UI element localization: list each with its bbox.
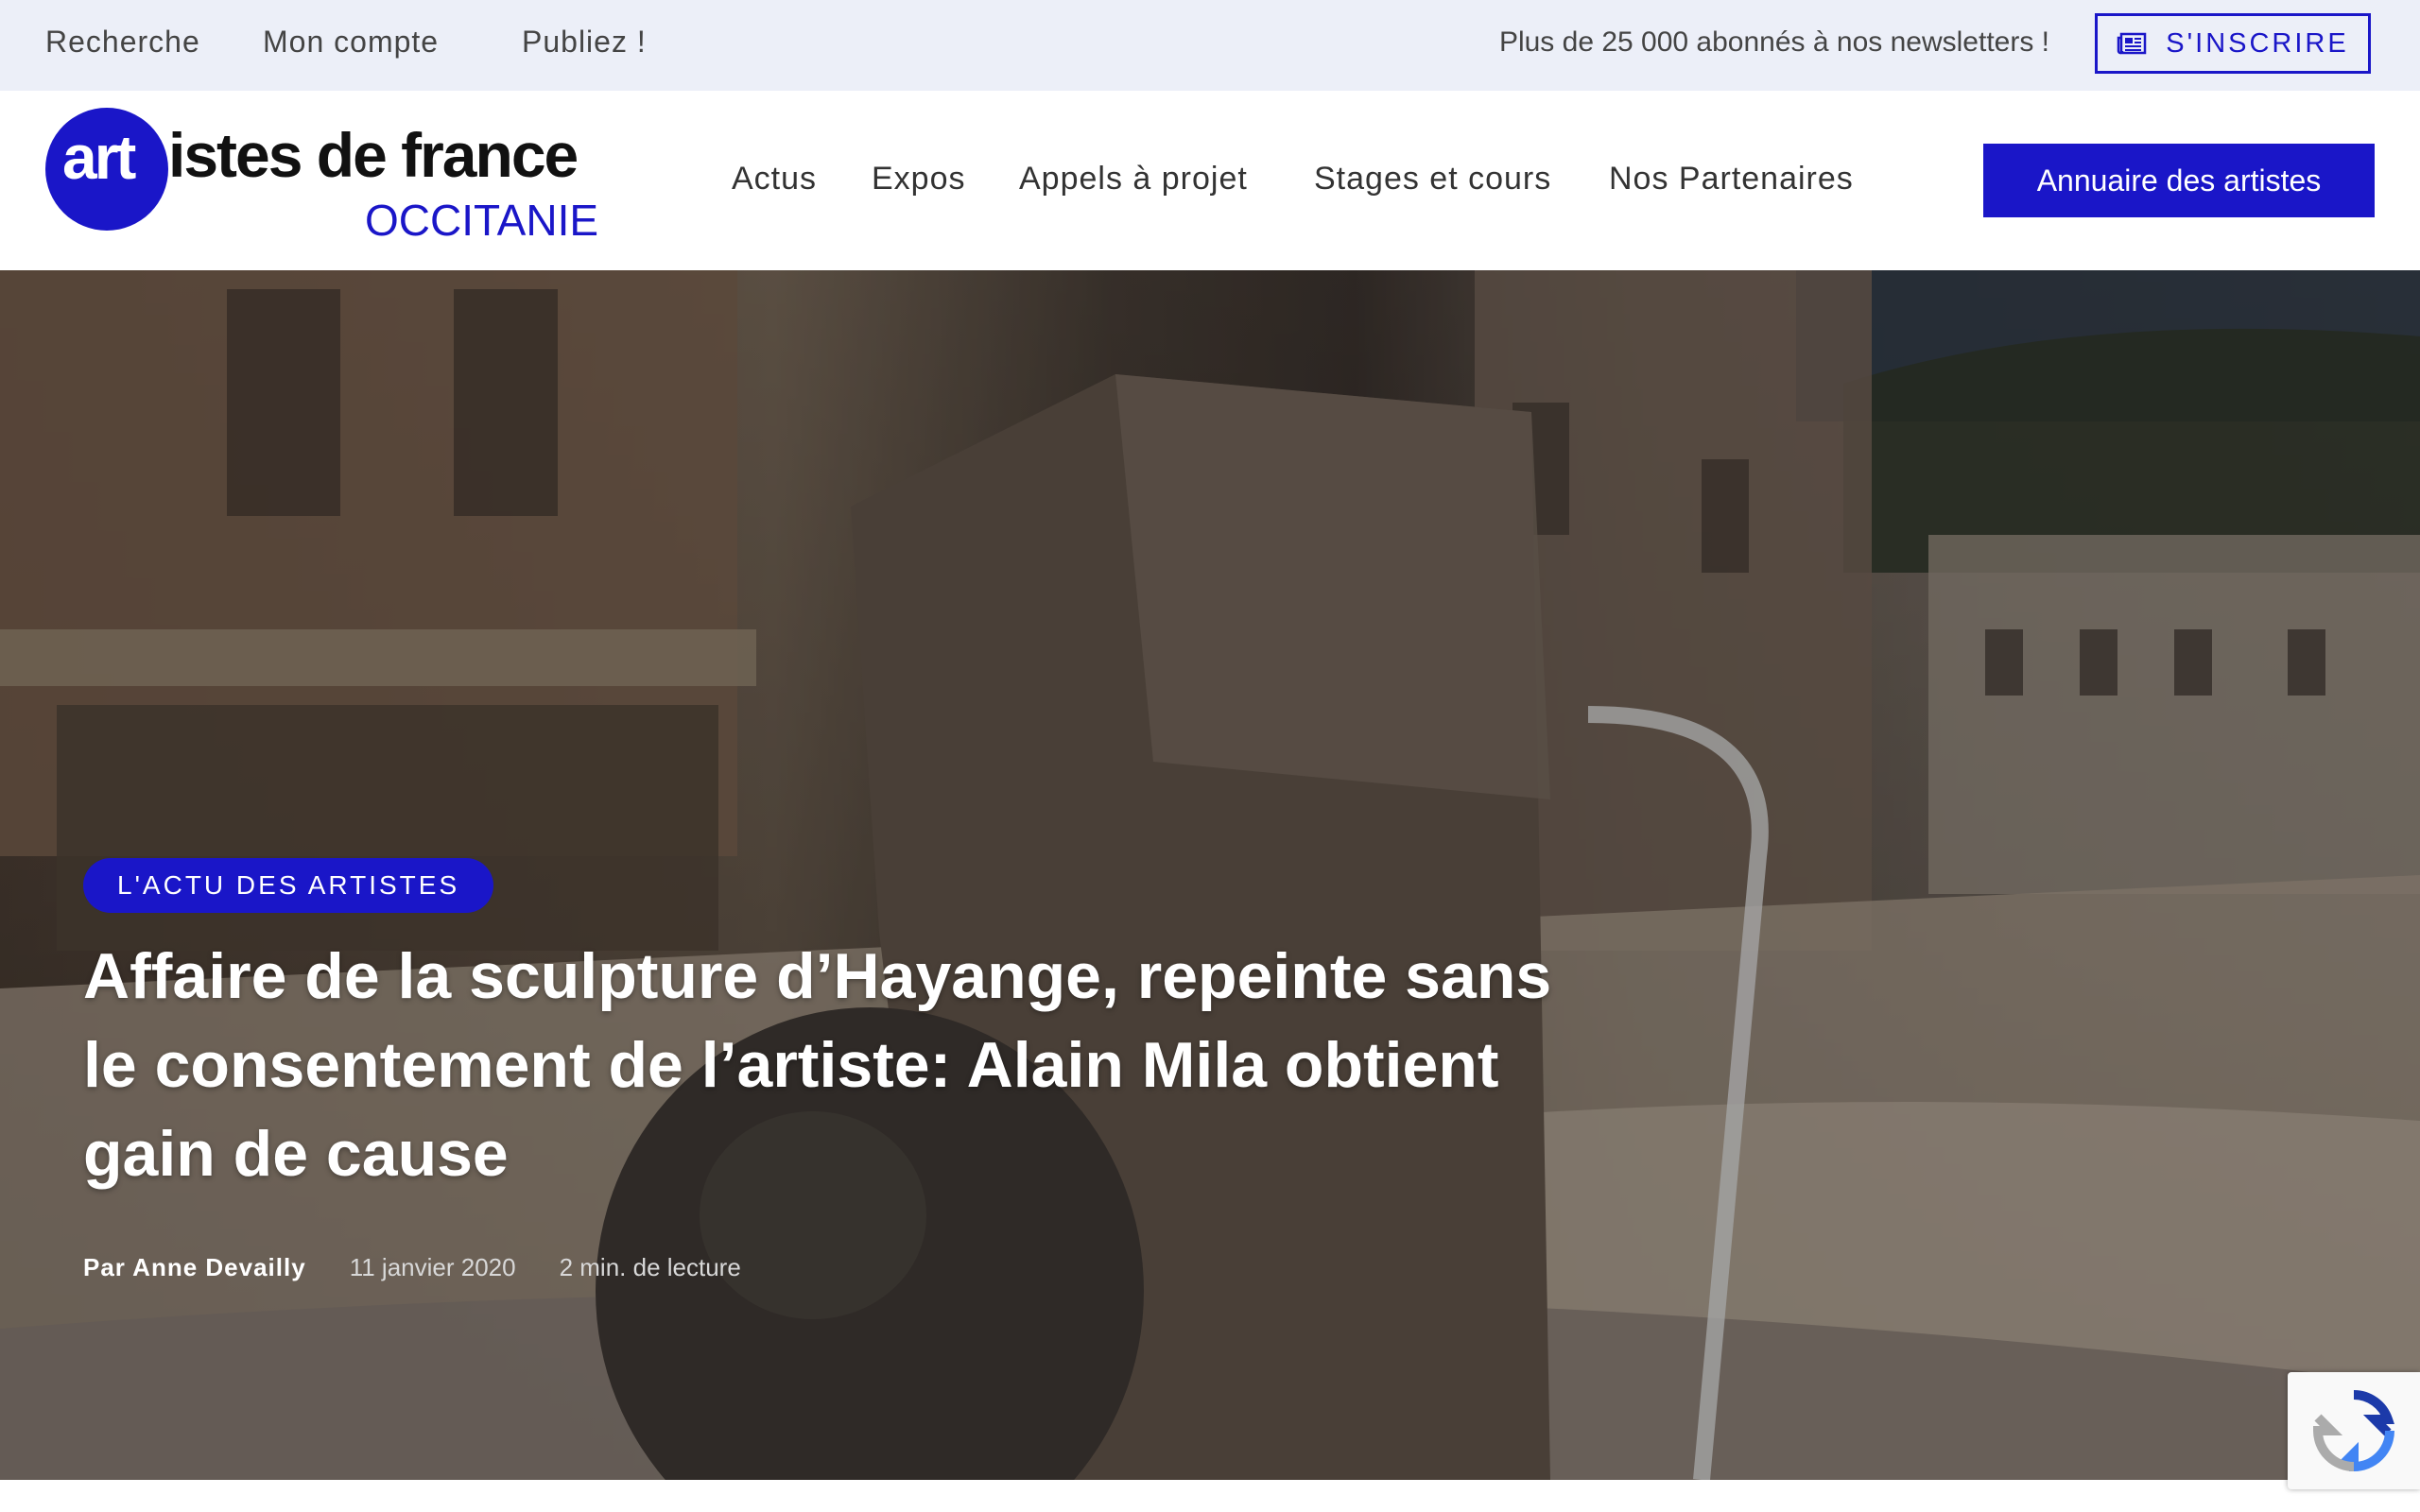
article-date: 11 janvier 2020 xyxy=(349,1253,516,1281)
article-author[interactable]: Par Anne Devailly xyxy=(83,1253,306,1282)
my-account-link[interactable]: Mon compte xyxy=(263,25,439,60)
nav-item-stages-et-cours[interactable]: Stages et cours xyxy=(1314,161,1551,198)
logo-main-text: istes de france xyxy=(168,120,579,190)
nav-item-partenaires[interactable]: Nos Partenaires xyxy=(1609,161,1854,198)
subscribe-button[interactable]: S'INSCRIRE xyxy=(2095,13,2371,74)
article-meta: Par Anne Devailly 11 janvier 2020 2 min.… xyxy=(83,1253,741,1282)
nav-item-appels-a-projet[interactable]: Appels à projet xyxy=(1019,161,1248,198)
recaptcha-icon xyxy=(2312,1390,2394,1472)
search-link[interactable]: Recherche xyxy=(45,25,200,60)
site-logo[interactable]: art istes de france OCCITANIE xyxy=(45,108,631,245)
category-badge[interactable]: L'ACTU DES ARTISTES xyxy=(83,858,494,913)
newspaper-icon xyxy=(2118,32,2147,55)
hero-banner[interactable]: L'ACTU DES ARTISTES Affaire de la sculpt… xyxy=(0,270,2420,1480)
logo-art-text: art xyxy=(62,122,136,192)
nav-item-expos[interactable]: Expos xyxy=(872,161,966,198)
publish-link[interactable]: Publiez ! xyxy=(522,25,647,60)
logo-region-text: OCCITANIE xyxy=(365,196,599,245)
article-title[interactable]: Affaire de la sculpture d’Hayange, repei… xyxy=(83,932,1596,1198)
article-read-time: 2 min. de lecture xyxy=(559,1253,741,1281)
top-bar: Recherche Mon compte Publiez ! Plus de 2… xyxy=(0,0,2420,91)
site-header: art istes de france OCCITANIE Actus Expo… xyxy=(0,91,2420,270)
subscribe-label: S'INSCRIRE xyxy=(2166,27,2349,59)
newsletter-promo-text: Plus de 25 000 abonnés à nos newsletters… xyxy=(1498,26,2049,58)
nav-item-actus[interactable]: Actus xyxy=(732,161,817,198)
artist-directory-button[interactable]: Annuaire des artistes xyxy=(1983,144,2375,217)
recaptcha-badge[interactable] xyxy=(2288,1372,2420,1489)
